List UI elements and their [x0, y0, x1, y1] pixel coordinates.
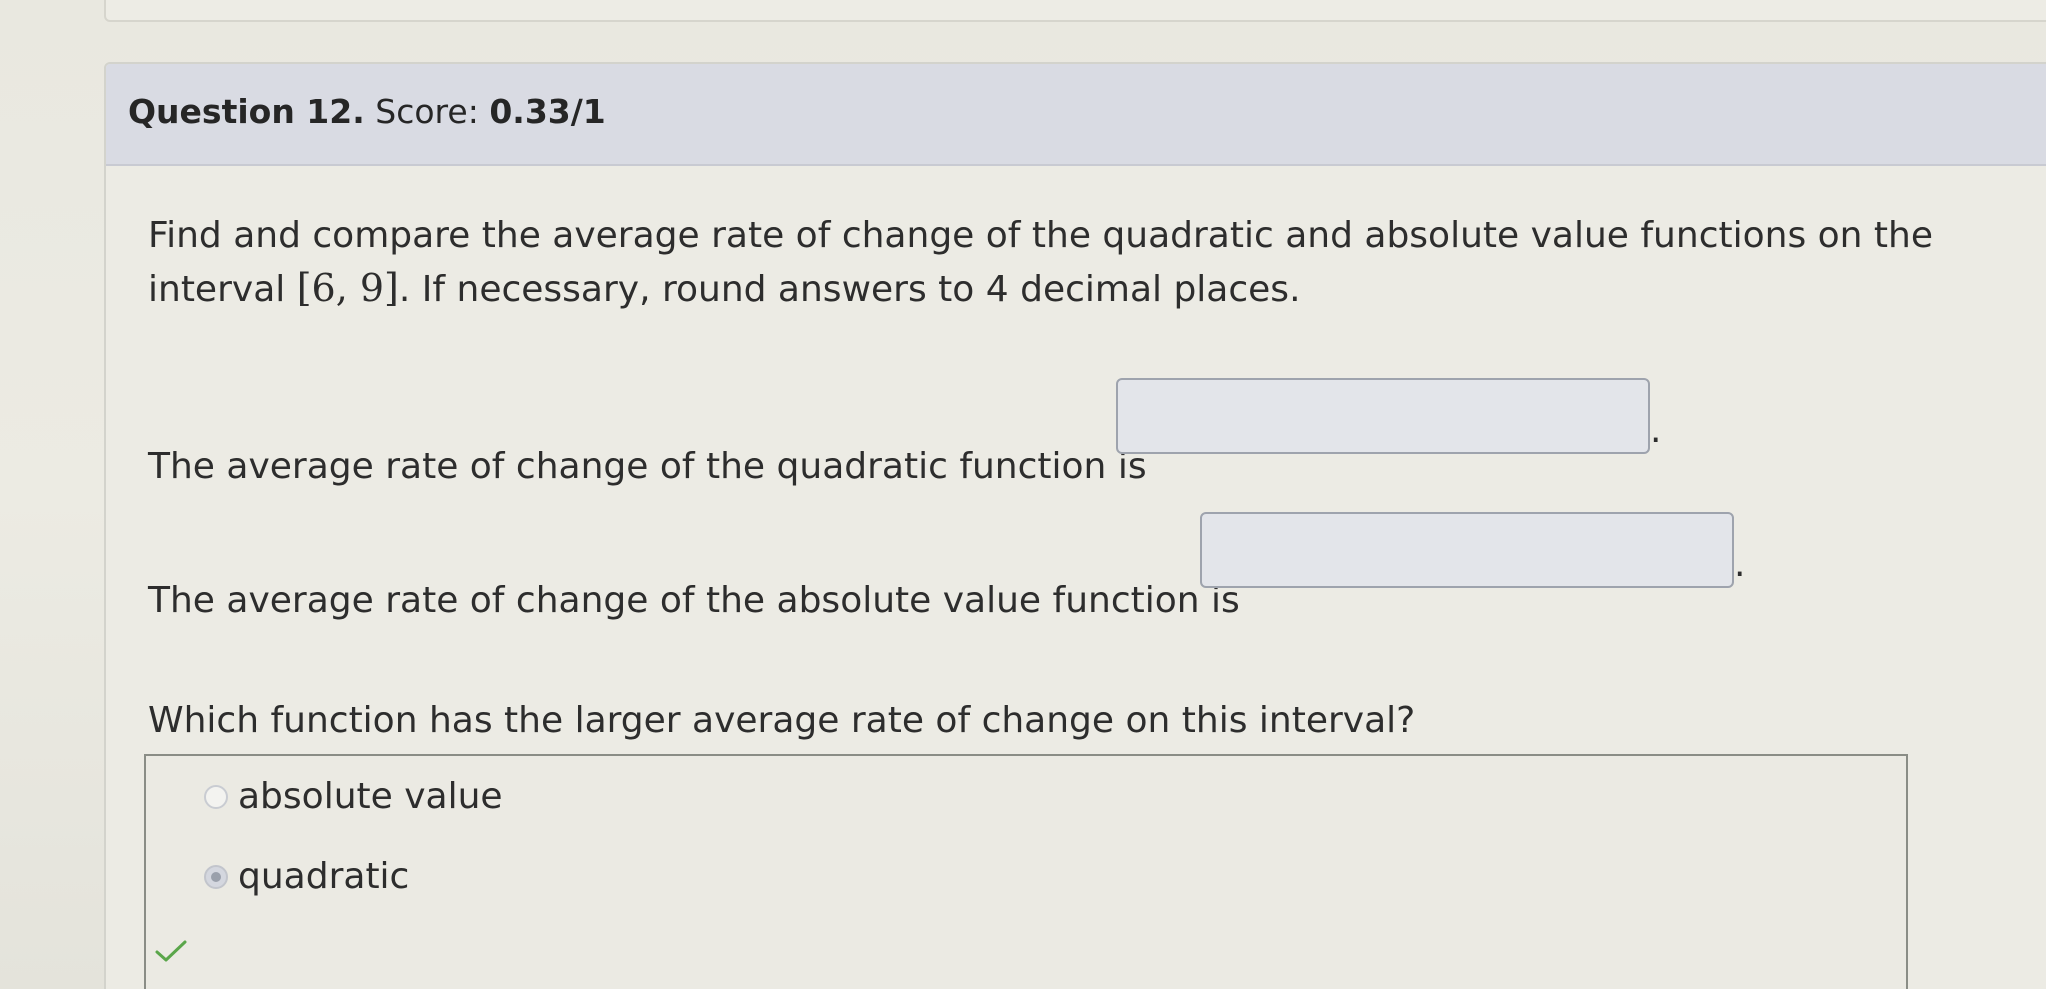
- check-icon: [155, 940, 187, 962]
- option-quadratic[interactable]: quadratic: [204, 856, 409, 897]
- interval-math: [6, 9]: [296, 266, 399, 310]
- score-value: 0.33/1: [489, 92, 606, 131]
- choice-box: absolute value quadratic: [144, 754, 1908, 989]
- option-label: absolute value: [238, 776, 503, 817]
- absolute-period: .: [1734, 544, 1746, 585]
- score-label: Score:: [375, 92, 479, 131]
- prompt-text-after: . If necessary, round answers to 4 decim…: [398, 269, 1301, 310]
- question-prompt: Find and compare the average rate of cha…: [148, 210, 1968, 316]
- absolute-rate-label: The average rate of change of the absolu…: [148, 580, 1240, 621]
- question-card: Question 12. Score: 0.33/1 Find and comp…: [104, 62, 2046, 989]
- quadratic-rate-label: The average rate of change of the quadra…: [148, 446, 1147, 487]
- comparison-question: Which function has the larger average ra…: [148, 700, 1416, 741]
- question-header: Question 12. Score: 0.33/1: [106, 64, 2046, 166]
- question-number: Question 12.: [128, 92, 365, 131]
- page: Question 12. Score: 0.33/1 Find and comp…: [0, 0, 2046, 989]
- option-absolute-value[interactable]: absolute value: [204, 776, 503, 817]
- question-title: Question 12. Score: 0.33/1: [128, 92, 606, 131]
- option-label: quadratic: [238, 856, 410, 897]
- absolute-rate-input[interactable]: [1200, 512, 1734, 588]
- quadratic-rate-input[interactable]: [1116, 378, 1650, 454]
- previous-question-card-edge: [104, 0, 2046, 22]
- quadratic-period: .: [1650, 410, 1662, 451]
- radio-unselected-icon[interactable]: [204, 784, 228, 809]
- radio-selected-icon[interactable]: [204, 864, 228, 889]
